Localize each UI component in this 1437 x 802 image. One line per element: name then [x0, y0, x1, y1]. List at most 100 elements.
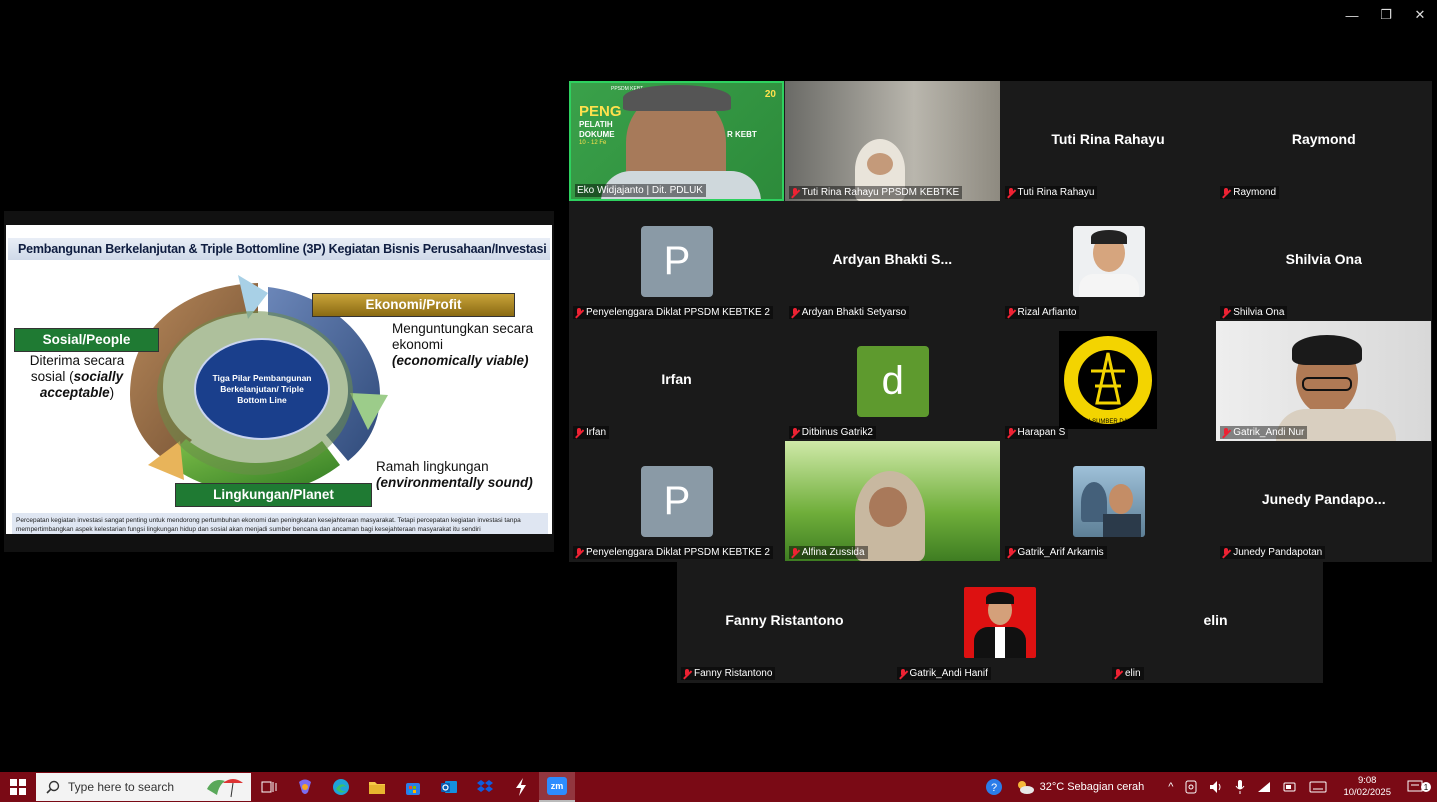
start-button[interactable] — [0, 772, 36, 802]
social-italic1: socially — [73, 369, 124, 384]
dropbox-icon[interactable] — [467, 772, 503, 802]
participant-display-name: Ardyan Bhakti S... — [832, 251, 953, 267]
esdm-logo-text: ENERGI DAN SUMBER DAYA MINERAL — [1059, 419, 1157, 425]
profit-line1: Menguntungkan secara — [392, 321, 534, 336]
participant-tile[interactable]: Alfina Zussida — [784, 441, 1000, 561]
participant-display-name: Fanny Ristantono — [725, 612, 844, 628]
presentation-slide: Pembangunan Berkelanjutan & Triple Botto… — [6, 225, 552, 534]
hair — [985, 592, 1014, 604]
participant-name-label: Ditbinus Gatrik2 — [788, 426, 876, 439]
participant-tile[interactable]: PENG PELATIH AN DOKUME R KEBT 10 - 12 Fe… — [569, 81, 784, 201]
battery-icon[interactable] — [1277, 781, 1303, 793]
participant-name-label: elin — [1112, 667, 1144, 680]
minimize-button[interactable]: — — [1335, 0, 1369, 30]
participant-name: Rizal Arfianto — [1017, 307, 1077, 318]
notification-icon[interactable]: 1 — [1401, 780, 1437, 794]
room-video — [784, 81, 1000, 201]
participant-name: Penyelenggara Diklat PPSDM KEBTKE 2 — [586, 547, 770, 558]
microphone-icon[interactable] — [1229, 780, 1251, 794]
task-view-icon[interactable] — [251, 772, 287, 802]
speaker-icon[interactable] — [1203, 780, 1229, 794]
participant-tile[interactable]: Gatrik_Andi Hanif — [892, 562, 1108, 682]
bolt-app-icon[interactable] — [503, 772, 539, 802]
participant-tile[interactable]: Tuti Rina Rahayu Tuti Rina Rahayu — [1000, 81, 1216, 201]
participant-name-label: Gatrik_Andi Hanif — [896, 667, 991, 680]
social-line2: sosial ( — [30, 369, 74, 384]
shirt — [1102, 514, 1141, 537]
muted-mic-icon — [791, 187, 799, 198]
slide-note: Percepatan kegiatan investasi sangat pen… — [12, 513, 548, 534]
help-icon[interactable]: ? — [979, 778, 1009, 796]
participant-name: Irfan — [586, 427, 607, 438]
muted-mic-icon — [1222, 547, 1230, 558]
wifi-icon[interactable] — [1251, 781, 1277, 793]
participant-name-label: Penyelenggara Diklat PPSDM KEBTKE 2 — [573, 306, 773, 319]
participant-tile[interactable]: elin elin — [1108, 562, 1323, 682]
copilot-icon[interactable] — [287, 772, 323, 802]
participant-tile[interactable]: P Penyelenggara Diklat PPSDM KEBTKE 2 — [569, 201, 784, 321]
partly-sunny-icon — [1017, 781, 1034, 794]
participant-name-label: Gatrik_Andi Nur — [1220, 426, 1308, 439]
keyboard-icon[interactable] — [1303, 781, 1333, 793]
participant-tile[interactable]: Irfan Irfan — [569, 321, 784, 441]
profile-photo — [1072, 466, 1145, 537]
participant-name: Tuti Rina Rahayu — [1017, 187, 1095, 198]
participant-tile[interactable]: Gatrik_Arif Arkarnis — [1000, 441, 1216, 561]
clock-time: 9:08 — [1357, 775, 1377, 786]
outlook-icon[interactable] — [431, 772, 467, 802]
participant-name: Gatrik_Andi Nur — [1233, 427, 1305, 438]
store-icon[interactable] — [395, 772, 431, 802]
participant-tile[interactable]: d Ditbinus Gatrik2 — [784, 321, 1000, 441]
participant-name: Shilvia Ona — [1233, 307, 1285, 318]
weather-widget[interactable]: 32°C Sebagian cerah — [1009, 779, 1163, 795]
participant-tile[interactable]: Fanny Ristantono Fanny Ristantono — [677, 562, 892, 682]
banner-line: R KEBT — [727, 130, 757, 139]
participant-name: Ditbinus Gatrik2 — [801, 427, 873, 438]
participant-tile[interactable]: P Penyelenggara Diklat PPSDM KEBTKE 2 — [569, 441, 784, 561]
avatar-letter: P — [641, 466, 713, 537]
participant-name: Ardyan Bhakti Setyarso — [801, 307, 907, 318]
taskbar-clock[interactable]: 9:08 10/02/2025 — [1333, 775, 1401, 799]
umbrella-icon — [207, 779, 243, 798]
participant-tile[interactable]: ENERGI DAN SUMBER DAYA MINERAL Harapan S — [1000, 321, 1216, 441]
social-text: Diterima secara sosial (socially accepta… — [22, 353, 132, 401]
muted-mic-icon — [791, 547, 799, 558]
file-explorer-icon[interactable] — [359, 772, 395, 802]
zoom-taskbar-icon[interactable]: zm — [539, 772, 575, 802]
banner-date: 10 - 12 Fe — [579, 140, 607, 146]
participant-name-label: Penyelenggara Diklat PPSDM KEBTKE 2 — [573, 546, 773, 559]
glasses — [1302, 377, 1353, 391]
muted-mic-icon — [1222, 427, 1230, 438]
participant-name-label: Gatrik_Arif Arkarnis — [1004, 546, 1107, 559]
esdm-logo: ENERGI DAN SUMBER DAYA MINERAL — [1058, 331, 1157, 429]
search-placeholder: Type here to search — [68, 780, 175, 794]
participant-tile[interactable]: Tuti Rina Rahayu PPSDM KEBTKE — [784, 81, 1000, 201]
gallery-row-bottom: Fanny Ristantono Fanny Ristantono Gatrik_… — [677, 562, 1323, 683]
muted-mic-icon — [575, 307, 583, 318]
notification-badge: 1 — [1421, 782, 1431, 792]
center-pillar-circle: Tiga Pilar Pembangunan Berkelanjutan/ Tr… — [194, 338, 330, 440]
maximize-button[interactable]: ❐ — [1369, 0, 1403, 30]
participant-tile[interactable]: Raymond Raymond — [1216, 81, 1432, 201]
participant-tile[interactable]: Junedy Pandapo... Junedy Pandapotan — [1216, 441, 1432, 561]
search-icon — [46, 780, 60, 794]
edge-icon[interactable] — [323, 772, 359, 802]
participant-tile[interactable]: Shilvia Ona Shilvia Ona — [1216, 201, 1432, 321]
participant-display-name: Raymond — [1291, 131, 1356, 147]
meet-now-icon[interactable] — [1179, 780, 1203, 794]
participant-tile[interactable]: Ardyan Bhakti S... Ardyan Bhakti Setyarso — [784, 201, 1000, 321]
chevron-up-icon[interactable]: ^ — [1162, 781, 1179, 793]
participant-display-name: Irfan — [661, 371, 692, 387]
participant-display-name: Tuti Rina Rahayu — [1051, 131, 1165, 147]
participant-tile[interactable]: Rizal Arfianto — [1000, 201, 1216, 321]
muted-mic-icon — [791, 307, 799, 318]
close-button[interactable]: ✕ — [1403, 0, 1437, 30]
participant-display-name: elin — [1203, 612, 1228, 628]
muted-mic-icon — [1114, 668, 1122, 679]
participant-tile[interactable]: Gatrik_Andi Nur — [1216, 321, 1432, 441]
shared-screen[interactable]: Pembangunan Berkelanjutan & Triple Botto… — [4, 211, 554, 552]
participant-name: Gatrik_Andi Hanif — [909, 668, 988, 679]
taskbar-search-box[interactable]: Type here to search — [36, 773, 251, 801]
face — [866, 153, 893, 175]
muted-mic-icon — [1007, 547, 1015, 558]
